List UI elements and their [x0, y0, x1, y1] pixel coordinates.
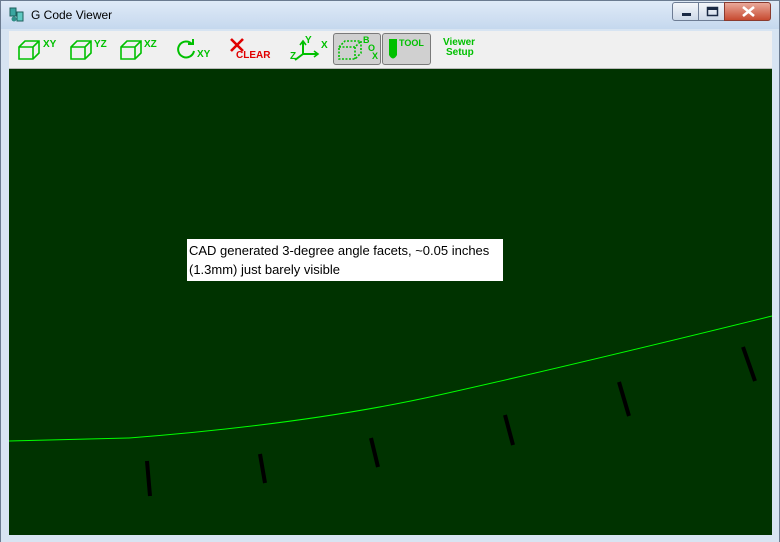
view-xy-button[interactable]: XY	[11, 33, 61, 65]
viewer-setup-line2: Setup	[446, 47, 474, 58]
toolpath-curve	[9, 315, 772, 442]
app-icon	[9, 7, 24, 22]
toolbar: XY YZ XZ XY CLEAR Y X Z B O X TOOL Viewe…	[9, 31, 772, 69]
view-xz-button[interactable]: XZ	[115, 33, 161, 65]
rotate-icon	[177, 39, 195, 59]
facet-marker	[741, 346, 757, 382]
tool-label: TOOL	[399, 38, 424, 48]
clear-label: CLEAR	[236, 50, 271, 61]
facet-marker	[617, 381, 631, 417]
viewer-setup-button[interactable]: Viewer Setup	[439, 33, 489, 65]
minimize-icon	[682, 13, 691, 16]
app-window: G Code Viewer XY YZ XZ XY CLEAR Y X Z B …	[0, 0, 780, 542]
gcode-canvas[interactable]: CAD generated 3-degree angle facets, ~0.…	[9, 69, 772, 535]
box-button[interactable]: B O X	[333, 33, 381, 65]
minimize-button[interactable]	[672, 2, 699, 21]
cube-icon	[18, 40, 40, 60]
box-x-label: X	[372, 51, 379, 61]
rotate-xy-label: XY	[197, 49, 211, 60]
title-bar[interactable]: G Code Viewer	[1, 1, 779, 29]
window-frame-bottom	[1, 535, 779, 542]
clear-button[interactable]: CLEAR	[225, 33, 275, 65]
tool-icon	[389, 39, 397, 59]
axis-z-label: Z	[290, 51, 297, 62]
annotation-line1: CAD generated 3-degree angle facets, ~0.…	[189, 243, 490, 258]
annotation-line2: (1.3mm) just barely visible	[189, 262, 340, 277]
facet-marker	[258, 453, 267, 484]
axes-button[interactable]: Y X Z	[287, 33, 331, 65]
view-xy-label: XY	[43, 39, 57, 50]
toolpath-drawing	[9, 315, 772, 497]
facet-marker	[369, 437, 380, 468]
box-icon	[338, 40, 362, 60]
close-icon	[742, 5, 755, 18]
tool-button[interactable]: TOOL	[382, 33, 431, 65]
facet-marker	[503, 414, 515, 446]
close-button[interactable]	[724, 2, 771, 21]
maximize-button[interactable]	[698, 2, 725, 21]
cube-icon	[120, 40, 142, 60]
view-yz-label: YZ	[94, 39, 107, 50]
axis-x-label: X	[321, 40, 328, 51]
rotate-xy-button[interactable]: XY	[171, 33, 217, 65]
cube-icon	[70, 40, 92, 60]
maximize-icon	[706, 6, 719, 17]
annotation-box: CAD generated 3-degree angle facets, ~0.…	[187, 239, 503, 281]
view-yz-button[interactable]: YZ	[65, 33, 111, 65]
facet-marker	[145, 460, 152, 497]
axis-y-label: Y	[305, 35, 312, 46]
window-title: G Code Viewer	[31, 8, 113, 22]
view-xz-label: XZ	[144, 39, 157, 50]
